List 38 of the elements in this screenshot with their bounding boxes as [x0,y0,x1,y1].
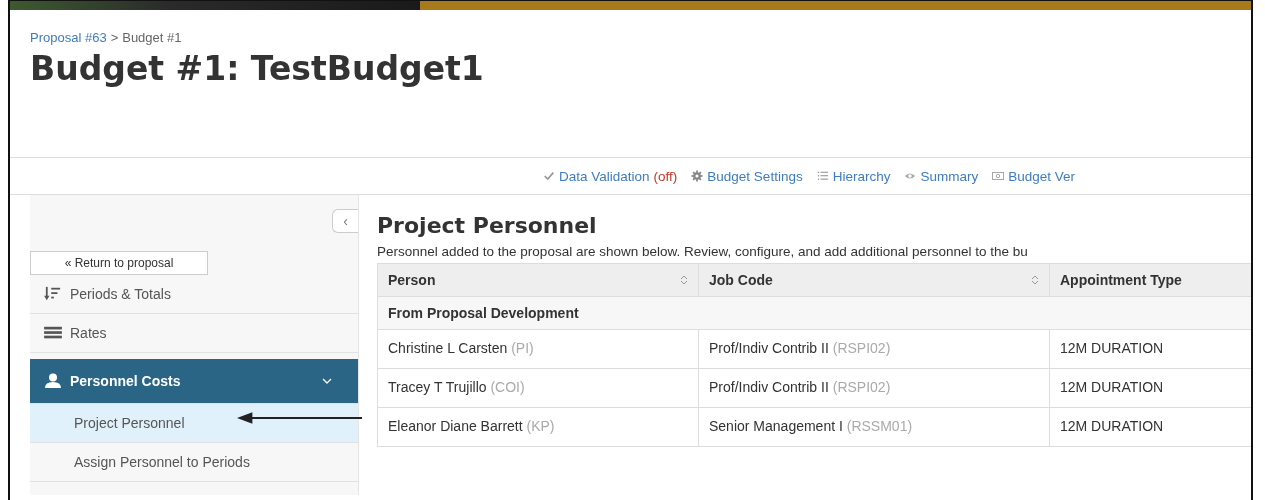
sidebar-item[interactable]: Rates [30,314,358,353]
table-cell: Prof/Indiv Contrib II (RSPI02) [698,368,1050,408]
sort-icon [1031,274,1039,286]
page-title: Budget #1: TestBudget1 [30,49,485,88]
table-cell: Eleanor Diane Barrett (KP) [377,407,699,447]
list-icon [816,170,829,182]
table-cell: Christine L Carsten (PI) [377,329,699,369]
toolbar-link[interactable]: Summary [920,168,979,184]
breadcrumb-text: > [110,30,119,45]
breadcrumb-text: Budget #1 [122,30,182,45]
breadcrumb-link[interactable]: Proposal #63 [30,30,107,45]
collapse-button[interactable]: ‹ [332,209,358,233]
toolbar-link[interactable]: Data Validation [559,168,650,184]
group-row: From Proposal Development [377,296,1251,330]
sidebar-item[interactable]: Periods & Totals [30,275,358,314]
toolbar-link[interactable]: Hierarchy [832,168,891,184]
column-header[interactable]: Job Code [698,263,1050,297]
sidebar-item[interactable]: Personnel Costs [30,359,358,404]
toolbar-link[interactable]: Budget Ver [1008,168,1075,184]
status-text: (off) [653,168,678,184]
server-icon [44,325,62,341]
return-button[interactable]: « Return to proposal [30,251,208,275]
sort-icon [680,274,688,286]
table-cell: Senior Management I (RSSM01) [698,407,1050,447]
column-header[interactable]: Person [377,263,699,297]
section-heading: Project Personnel [377,213,598,238]
check-icon [543,170,555,182]
toolbar-link[interactable]: Budget Settings [707,168,803,184]
settings-icon [691,170,704,182]
sidebar-subitem[interactable]: Assign Personnel to Periods [30,443,358,482]
sort-icon [44,286,62,302]
table-cell: Prof/Indiv Contrib II (RSPI02) [698,329,1050,369]
table-cell: Tracey T Trujillo (COI) [377,368,699,408]
description-text: Personnel added to the proposal are shown below. Review, configure, and add additional personnel to the bu [377,244,1029,259]
person-icon [44,373,62,389]
column-header[interactable]: Appointment Type [1049,263,1251,297]
sidebar-subitem[interactable]: Project Personnel [30,404,358,443]
banknote-icon [992,170,1005,182]
